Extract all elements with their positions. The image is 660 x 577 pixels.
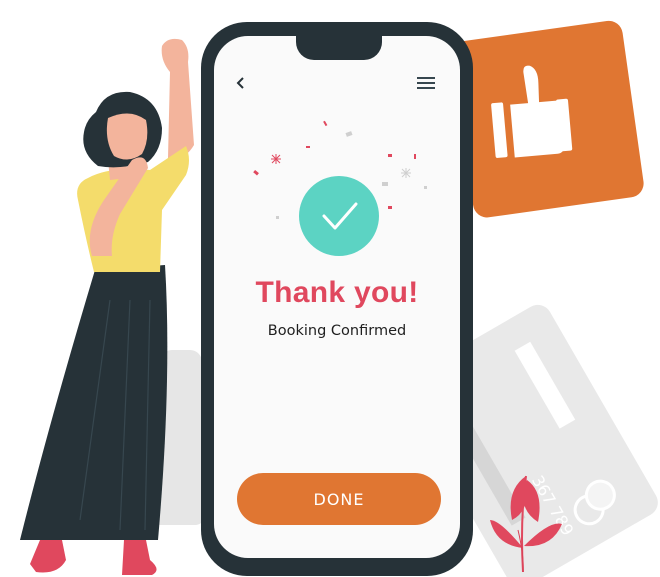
phone-frame: Thank you! Booking Confirmed DONE bbox=[201, 22, 473, 576]
phone-screen: Thank you! Booking Confirmed DONE bbox=[214, 36, 460, 558]
checkmark-icon bbox=[322, 202, 358, 230]
done-button[interactable]: DONE bbox=[237, 473, 441, 525]
page-title: Thank you! bbox=[255, 276, 419, 309]
illustration-scene: 367 789 Thank you! Booking Confirmed DON… bbox=[0, 0, 660, 577]
success-check-badge bbox=[299, 176, 379, 256]
confirmation-subtitle: Booking Confirmed bbox=[267, 323, 407, 339]
